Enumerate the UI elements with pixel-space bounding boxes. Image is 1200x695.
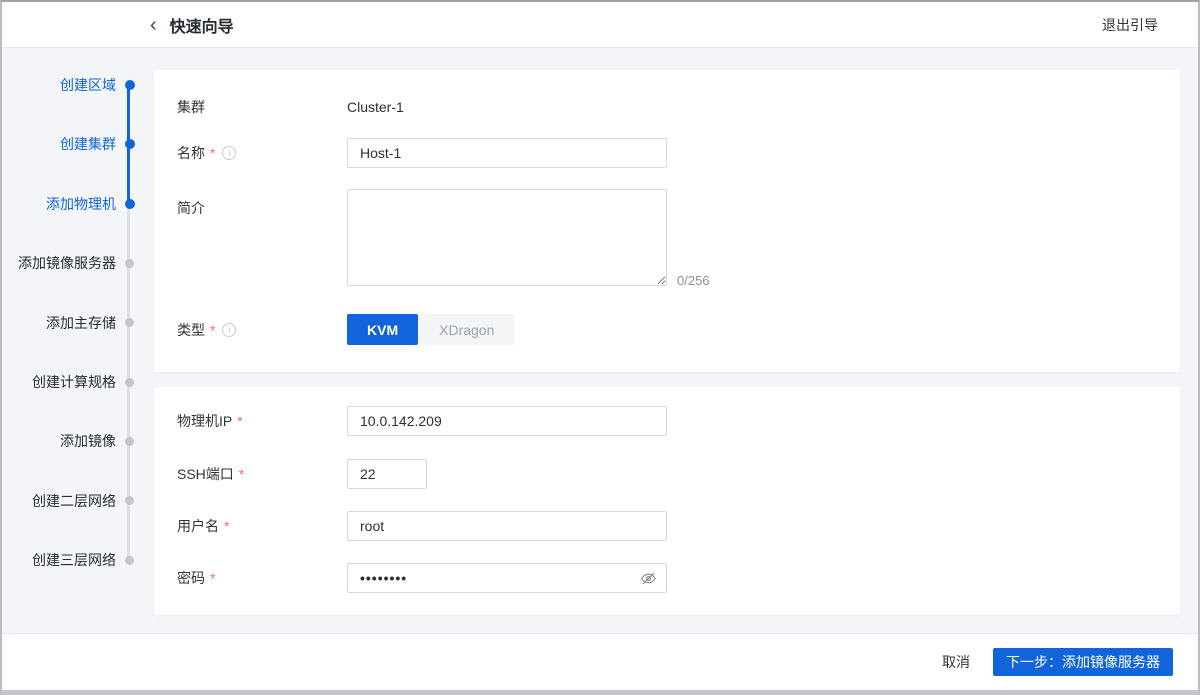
step-dot-icon	[125, 259, 134, 268]
stepper-step-7[interactable]: 添加镜像	[2, 431, 154, 451]
step-dot-icon	[125, 378, 134, 387]
step-dot-icon	[125, 318, 134, 327]
step-dot-icon	[125, 80, 135, 90]
required-asterisk: *	[210, 322, 215, 338]
step-dot-icon	[125, 199, 135, 209]
host-connection-card: 物理机IP * SSH端口 * 用户名 * 密码 *	[154, 387, 1180, 615]
step-label: 创建区域	[60, 75, 116, 95]
header-bar: ‹ 快速向导 退出引导	[2, 2, 1198, 48]
stepper-step-9[interactable]: 创建三层网络	[2, 550, 154, 570]
password-input[interactable]	[347, 563, 667, 593]
step-dot-icon	[125, 139, 135, 149]
step-label: 创建二层网络	[32, 491, 116, 511]
type-row: 类型 * i KVMXDragon	[154, 314, 1180, 345]
required-asterisk: *	[224, 518, 229, 534]
ssh-port-label: SSH端口	[177, 464, 234, 484]
name-row: 名称 * i	[154, 138, 1180, 168]
password-row: 密码 *	[154, 563, 1180, 593]
cluster-label: 集群	[177, 97, 205, 117]
stepper-step-1[interactable]: 创建区域	[2, 75, 154, 95]
stepper-step-6[interactable]: 创建计算规格	[2, 372, 154, 392]
step-dot-icon	[125, 496, 134, 505]
stepper-step-8[interactable]: 创建二层网络	[2, 491, 154, 511]
ssh-port-input[interactable]	[347, 459, 427, 489]
stepper-step-4[interactable]: 添加镜像服务器	[2, 253, 154, 273]
required-asterisk: *	[237, 413, 242, 429]
username-row: 用户名 *	[154, 511, 1180, 541]
step-label: 添加物理机	[46, 194, 116, 214]
step-label: 添加镜像服务器	[18, 253, 116, 273]
type-option-xdragon[interactable]: XDragon	[419, 314, 514, 345]
description-textarea[interactable]	[347, 189, 667, 286]
quick-wizard-window: ‹ 快速向导 退出引导 创建区域创建集群添加物理机添加镜像服务器添加主存储创建计…	[0, 0, 1200, 695]
stepper-step-5[interactable]: 添加主存储	[2, 313, 154, 333]
eye-slash-icon[interactable]	[639, 569, 657, 587]
required-asterisk: *	[210, 145, 215, 161]
type-label: 类型	[177, 320, 205, 340]
cluster-value: Cluster-1	[347, 99, 404, 115]
stepper-step-2[interactable]: 创建集群	[2, 134, 154, 154]
host-ip-label: 物理机IP	[177, 411, 232, 431]
footer-bar: 取消 下一步：添加镜像服务器	[2, 633, 1198, 690]
page-title: 快速向导	[170, 13, 234, 37]
info-icon[interactable]: i	[222, 323, 236, 337]
description-row: 简介 0/256	[154, 189, 1180, 291]
host-ip-row: 物理机IP *	[154, 406, 1180, 436]
name-label: 名称	[177, 143, 205, 163]
host-basic-card: 集群 Cluster-1 名称 * i 简介 0/256 类型 * i	[154, 70, 1180, 372]
name-input[interactable]	[347, 138, 667, 168]
info-icon[interactable]: i	[222, 146, 236, 160]
stepper-step-3[interactable]: 添加物理机	[2, 194, 154, 214]
step-dot-icon	[125, 556, 134, 565]
next-step-button[interactable]: 下一步：添加镜像服务器	[993, 648, 1173, 676]
username-input[interactable]	[347, 511, 667, 541]
stepper: 创建区域创建集群添加物理机添加镜像服务器添加主存储创建计算规格添加镜像创建二层网…	[2, 48, 154, 633]
description-label: 简介	[177, 198, 205, 218]
step-label: 添加主存储	[46, 313, 116, 333]
password-label: 密码	[177, 568, 205, 588]
exit-wizard-link[interactable]: 退出引导	[1102, 15, 1158, 35]
cancel-button[interactable]: 取消	[942, 652, 970, 672]
step-label: 添加镜像	[60, 431, 116, 451]
step-label: 创建计算规格	[32, 372, 116, 392]
step-dot-icon	[125, 437, 134, 446]
required-asterisk: *	[239, 466, 244, 482]
char-counter: 0/256	[677, 273, 710, 288]
back-chevron-icon[interactable]: ‹	[150, 15, 157, 35]
host-ip-input[interactable]	[347, 406, 667, 436]
step-label: 创建三层网络	[32, 550, 116, 570]
cluster-row: 集群 Cluster-1	[154, 97, 1180, 117]
ssh-port-row: SSH端口 *	[154, 459, 1180, 489]
required-asterisk: *	[210, 570, 215, 586]
type-option-kvm[interactable]: KVM	[347, 314, 418, 345]
username-label: 用户名	[177, 516, 219, 536]
step-label: 创建集群	[60, 134, 116, 154]
type-toggle: KVMXDragon	[347, 314, 514, 345]
